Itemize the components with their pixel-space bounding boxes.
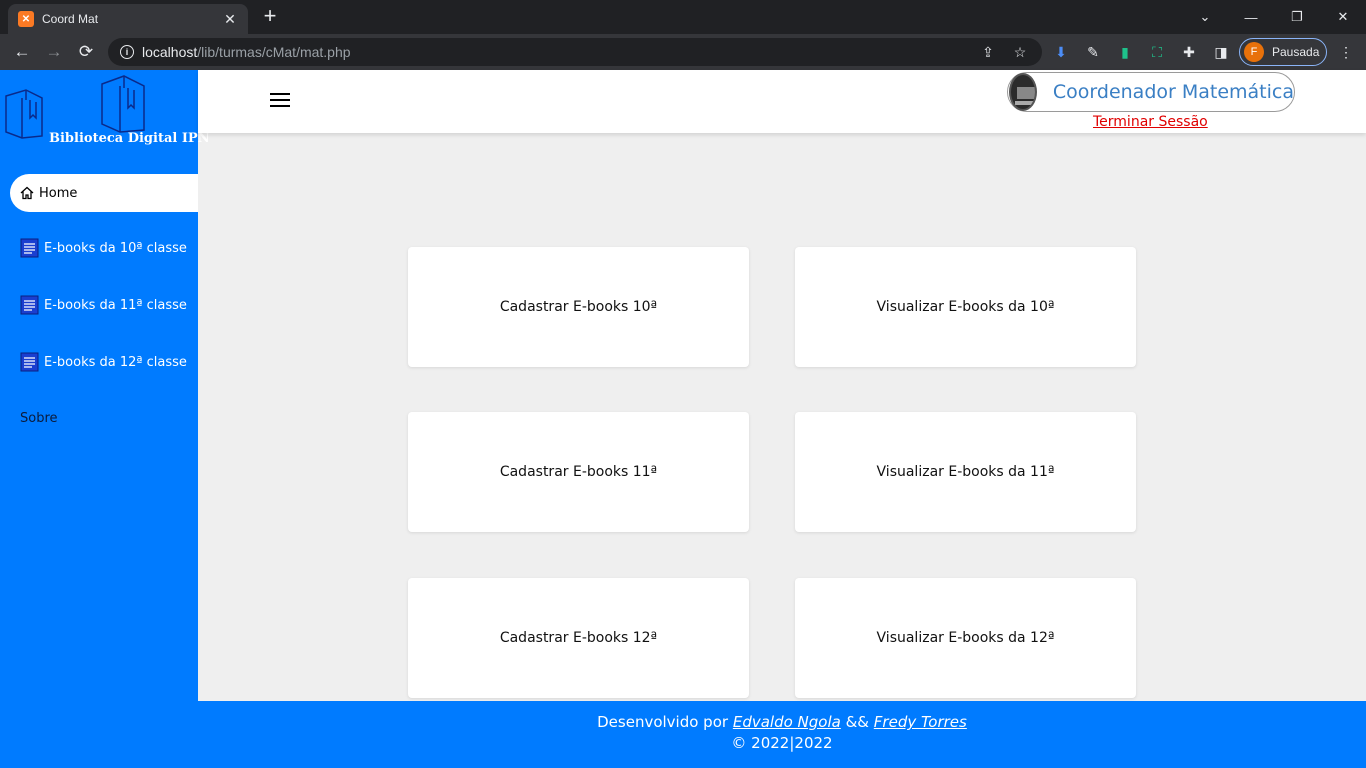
sidebar-item-label: E-books da 11ª classe bbox=[44, 297, 187, 313]
logout-link[interactable]: Terminar Sessão bbox=[1093, 114, 1208, 130]
close-window-button[interactable]: ✕ bbox=[1320, 0, 1366, 34]
document-icon bbox=[20, 352, 39, 372]
new-tab-button[interactable]: + bbox=[258, 5, 282, 28]
card-cadastrar-11[interactable]: Cadastrar E-books 11ª bbox=[408, 412, 749, 532]
sidebar-item-sobre[interactable]: Sobre bbox=[20, 403, 58, 433]
browser-tabbar: ✕ Coord Mat ✕ + ⌄ — ❐ ✕ bbox=[0, 0, 1366, 34]
books-logo-icon bbox=[5, 89, 43, 139]
author-link-edvaldo[interactable]: Edvaldo Ngola bbox=[733, 713, 841, 731]
reload-button[interactable]: ⟳ bbox=[74, 40, 98, 64]
back-button[interactable]: ← bbox=[10, 40, 34, 64]
menu-kebab-icon[interactable]: ⋮ bbox=[1336, 42, 1356, 62]
sidebar-item-ebooks-11[interactable]: E-books da 11ª classe bbox=[20, 290, 187, 320]
sidebar-item-label: E-books da 12ª classe bbox=[44, 354, 187, 370]
footer: Desenvolvido por Edvaldo Ngola && Fredy … bbox=[198, 701, 1366, 768]
logo[interactable]: Biblioteca Digital IPN bbox=[0, 70, 210, 160]
card-visualizar-10[interactable]: Visualizar E-books da 10ª bbox=[795, 247, 1136, 367]
xampp-favicon-icon: ✕ bbox=[18, 11, 34, 27]
profile-button[interactable]: F Pausada bbox=[1239, 38, 1327, 66]
card-cadastrar-10[interactable]: Cadastrar E-books 10ª bbox=[408, 247, 749, 367]
translate-extension-icon[interactable]: ▮ bbox=[1115, 42, 1135, 62]
sidebar-item-label: Sobre bbox=[20, 410, 58, 426]
header-bar: Coordenador Matemática Terminar Sessão bbox=[198, 70, 1366, 133]
site-info-icon[interactable]: i bbox=[120, 45, 134, 59]
document-icon bbox=[20, 238, 39, 258]
user-name: Coordenador Matemática bbox=[1052, 81, 1294, 103]
sidebar-item-label: Home bbox=[39, 185, 78, 201]
hamburger-menu-icon[interactable] bbox=[270, 93, 290, 109]
books-logo-icon bbox=[101, 75, 145, 133]
restore-button[interactable]: ❐ bbox=[1274, 0, 1320, 34]
sidebar-item-ebooks-12[interactable]: E-books da 12ª classe bbox=[20, 347, 187, 377]
document-icon bbox=[20, 295, 39, 315]
footer-prefix: Desenvolvido por bbox=[597, 713, 729, 731]
footer-credits: Desenvolvido por Edvaldo Ngola && Fredy … bbox=[198, 713, 1366, 731]
tab-title: Coord Mat bbox=[42, 12, 99, 26]
copyright-text: © 2022|2022 bbox=[731, 734, 833, 752]
author-link-fredy[interactable]: Fredy Torres bbox=[874, 713, 967, 731]
card-visualizar-12[interactable]: Visualizar E-books da 12ª bbox=[795, 578, 1136, 698]
card-visualizar-11[interactable]: Visualizar E-books da 11ª bbox=[795, 412, 1136, 532]
share-icon[interactable]: ⇪ bbox=[978, 42, 998, 62]
footer-separator: && bbox=[845, 713, 870, 731]
browser-toolbar: ← → ⟳ i localhost/lib/turmas/cMat/mat.ph… bbox=[0, 34, 1366, 70]
profile-status: Pausada bbox=[1272, 45, 1320, 59]
user-profile-pill[interactable]: Coordenador Matemática bbox=[1007, 72, 1295, 112]
home-icon bbox=[20, 186, 34, 200]
puzzle-extensions-icon[interactable]: ✚ bbox=[1179, 42, 1199, 62]
page-content: Biblioteca Digital IPN Home E-books da 1… bbox=[0, 70, 1366, 768]
download-extension-icon[interactable]: ⬇ bbox=[1051, 42, 1071, 62]
tab-close-icon[interactable]: ✕ bbox=[222, 11, 238, 28]
logo-text: Biblioteca Digital IPN bbox=[49, 131, 210, 146]
forward-button[interactable]: → bbox=[42, 40, 66, 64]
url-text[interactable]: localhost/lib/turmas/cMat/mat.php bbox=[142, 44, 351, 60]
minimize-button[interactable]: — bbox=[1228, 0, 1274, 34]
browser-tab[interactable]: ✕ Coord Mat ✕ bbox=[8, 4, 248, 34]
card-cadastrar-12[interactable]: Cadastrar E-books 12ª bbox=[408, 578, 749, 698]
pen-extension-icon[interactable]: ✎ bbox=[1083, 42, 1103, 62]
user-avatar bbox=[1009, 73, 1037, 111]
side-panel-icon[interactable]: ◨ bbox=[1211, 42, 1231, 62]
tab-search-icon[interactable]: ⌄ bbox=[1182, 0, 1228, 34]
sidebar-item-label: E-books da 10ª classe bbox=[44, 240, 187, 256]
screenshot-extension-icon[interactable]: ⛶ bbox=[1147, 42, 1167, 62]
sidebar-item-ebooks-10[interactable]: E-books da 10ª classe bbox=[20, 233, 187, 263]
bookmark-star-icon[interactable]: ☆ bbox=[1010, 42, 1030, 62]
sidebar-item-home[interactable]: Home bbox=[10, 174, 198, 212]
profile-avatar: F bbox=[1244, 42, 1264, 62]
sidebar: Biblioteca Digital IPN Home E-books da 1… bbox=[0, 70, 210, 768]
address-bar[interactable]: i localhost/lib/turmas/cMat/mat.php ⇪ ☆ bbox=[108, 38, 1042, 66]
